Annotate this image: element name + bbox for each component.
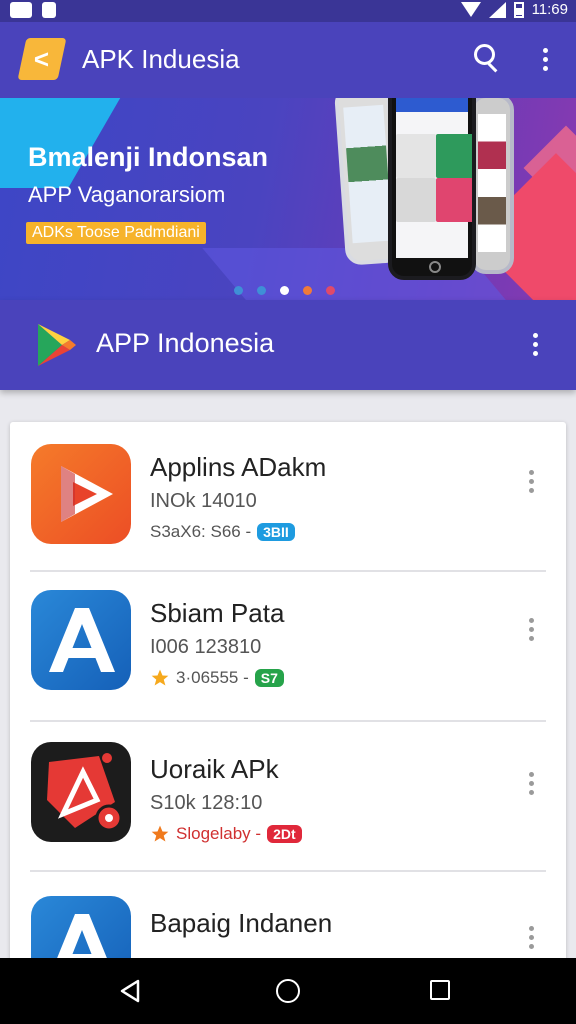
more-vert-icon[interactable] xyxy=(532,333,538,357)
more-vert-icon[interactable] xyxy=(528,772,534,796)
star-icon xyxy=(151,669,169,686)
more-vert-icon[interactable] xyxy=(528,618,534,642)
list-item[interactable]: Applins ADakm INOk 14010 S3aX6: S66 - 3B… xyxy=(10,422,566,572)
red-shield-icon xyxy=(31,742,131,842)
play-store-icon xyxy=(38,324,76,366)
app-name: Applins ADakm xyxy=(150,452,327,482)
orange-play-icon xyxy=(31,444,131,544)
system-nav-bar xyxy=(0,958,576,1024)
carousel-indicator[interactable] xyxy=(234,286,335,295)
app-list: Applins ADakm INOk 14010 S3aX6: S66 - 3B… xyxy=(10,422,566,982)
wifi-icon xyxy=(460,2,481,17)
phone-image xyxy=(388,98,476,280)
list-item[interactable]: Sbiam Pata I006 123810 3·06555 - S7 xyxy=(10,572,566,722)
section-title: APP Indonesia xyxy=(96,328,275,358)
banner-badge: ADKs Toose Padmdiani xyxy=(26,222,206,244)
clock: 11:69 xyxy=(531,1,568,18)
app-meta: S10k 128:10 xyxy=(150,792,263,814)
status-bar: 11:69 xyxy=(0,0,576,22)
app-rating: S3aX6: S66 - 3BII xyxy=(150,522,295,542)
app-rating: Slogelaby - 2Dt xyxy=(150,824,302,844)
app-title: APK Induesia xyxy=(82,44,240,74)
app-tag: S7 xyxy=(254,669,284,687)
more-vert-icon[interactable] xyxy=(528,926,534,950)
signal-icon xyxy=(488,1,506,18)
blue-a-icon xyxy=(31,590,131,690)
app-rating: 3·06555 - S7 xyxy=(150,668,284,688)
banner-subtitle: APP Vaganorarsiom xyxy=(28,182,226,207)
back-icon[interactable] xyxy=(118,978,142,1004)
app-name: Bapaig Indanen xyxy=(150,908,333,938)
app-meta: INOk 14010 xyxy=(150,490,257,512)
recents-icon[interactable] xyxy=(430,980,450,1000)
banner-title: Bmalenji Indonsan xyxy=(28,142,269,172)
rating-text: S3aX6: S66 - xyxy=(150,522,252,541)
app-bar: < APK Induesia xyxy=(0,22,576,98)
notification-icon xyxy=(10,2,32,18)
more-vert-icon[interactable] xyxy=(528,470,534,494)
app-tag: 3BII xyxy=(257,523,295,541)
search-icon[interactable] xyxy=(474,44,502,74)
star-icon xyxy=(151,825,169,842)
phone-image xyxy=(470,98,514,274)
app-name: Sbiam Pata xyxy=(150,598,285,628)
rating-text: 3·06555 - xyxy=(176,668,249,687)
app-meta: I006 123810 xyxy=(150,636,262,658)
battery-icon xyxy=(513,1,524,18)
list-item[interactable]: Uoraik APk S10k 128:10 Slogelaby - 2Dt xyxy=(10,722,566,872)
notification-icon xyxy=(42,2,56,18)
promo-banner[interactable]: Bmalenji Indonsan APP Vaganorarsiom ADKs… xyxy=(0,98,576,302)
rating-text: Slogelaby - xyxy=(176,824,262,843)
app-tag: 2Dt xyxy=(267,825,302,843)
more-vert-icon[interactable] xyxy=(542,48,548,72)
app-name: Uoraik APk xyxy=(150,754,279,784)
home-icon[interactable] xyxy=(276,979,300,1003)
apk-logo-icon[interactable]: < xyxy=(17,38,67,80)
section-header: APP Indonesia xyxy=(0,300,576,390)
